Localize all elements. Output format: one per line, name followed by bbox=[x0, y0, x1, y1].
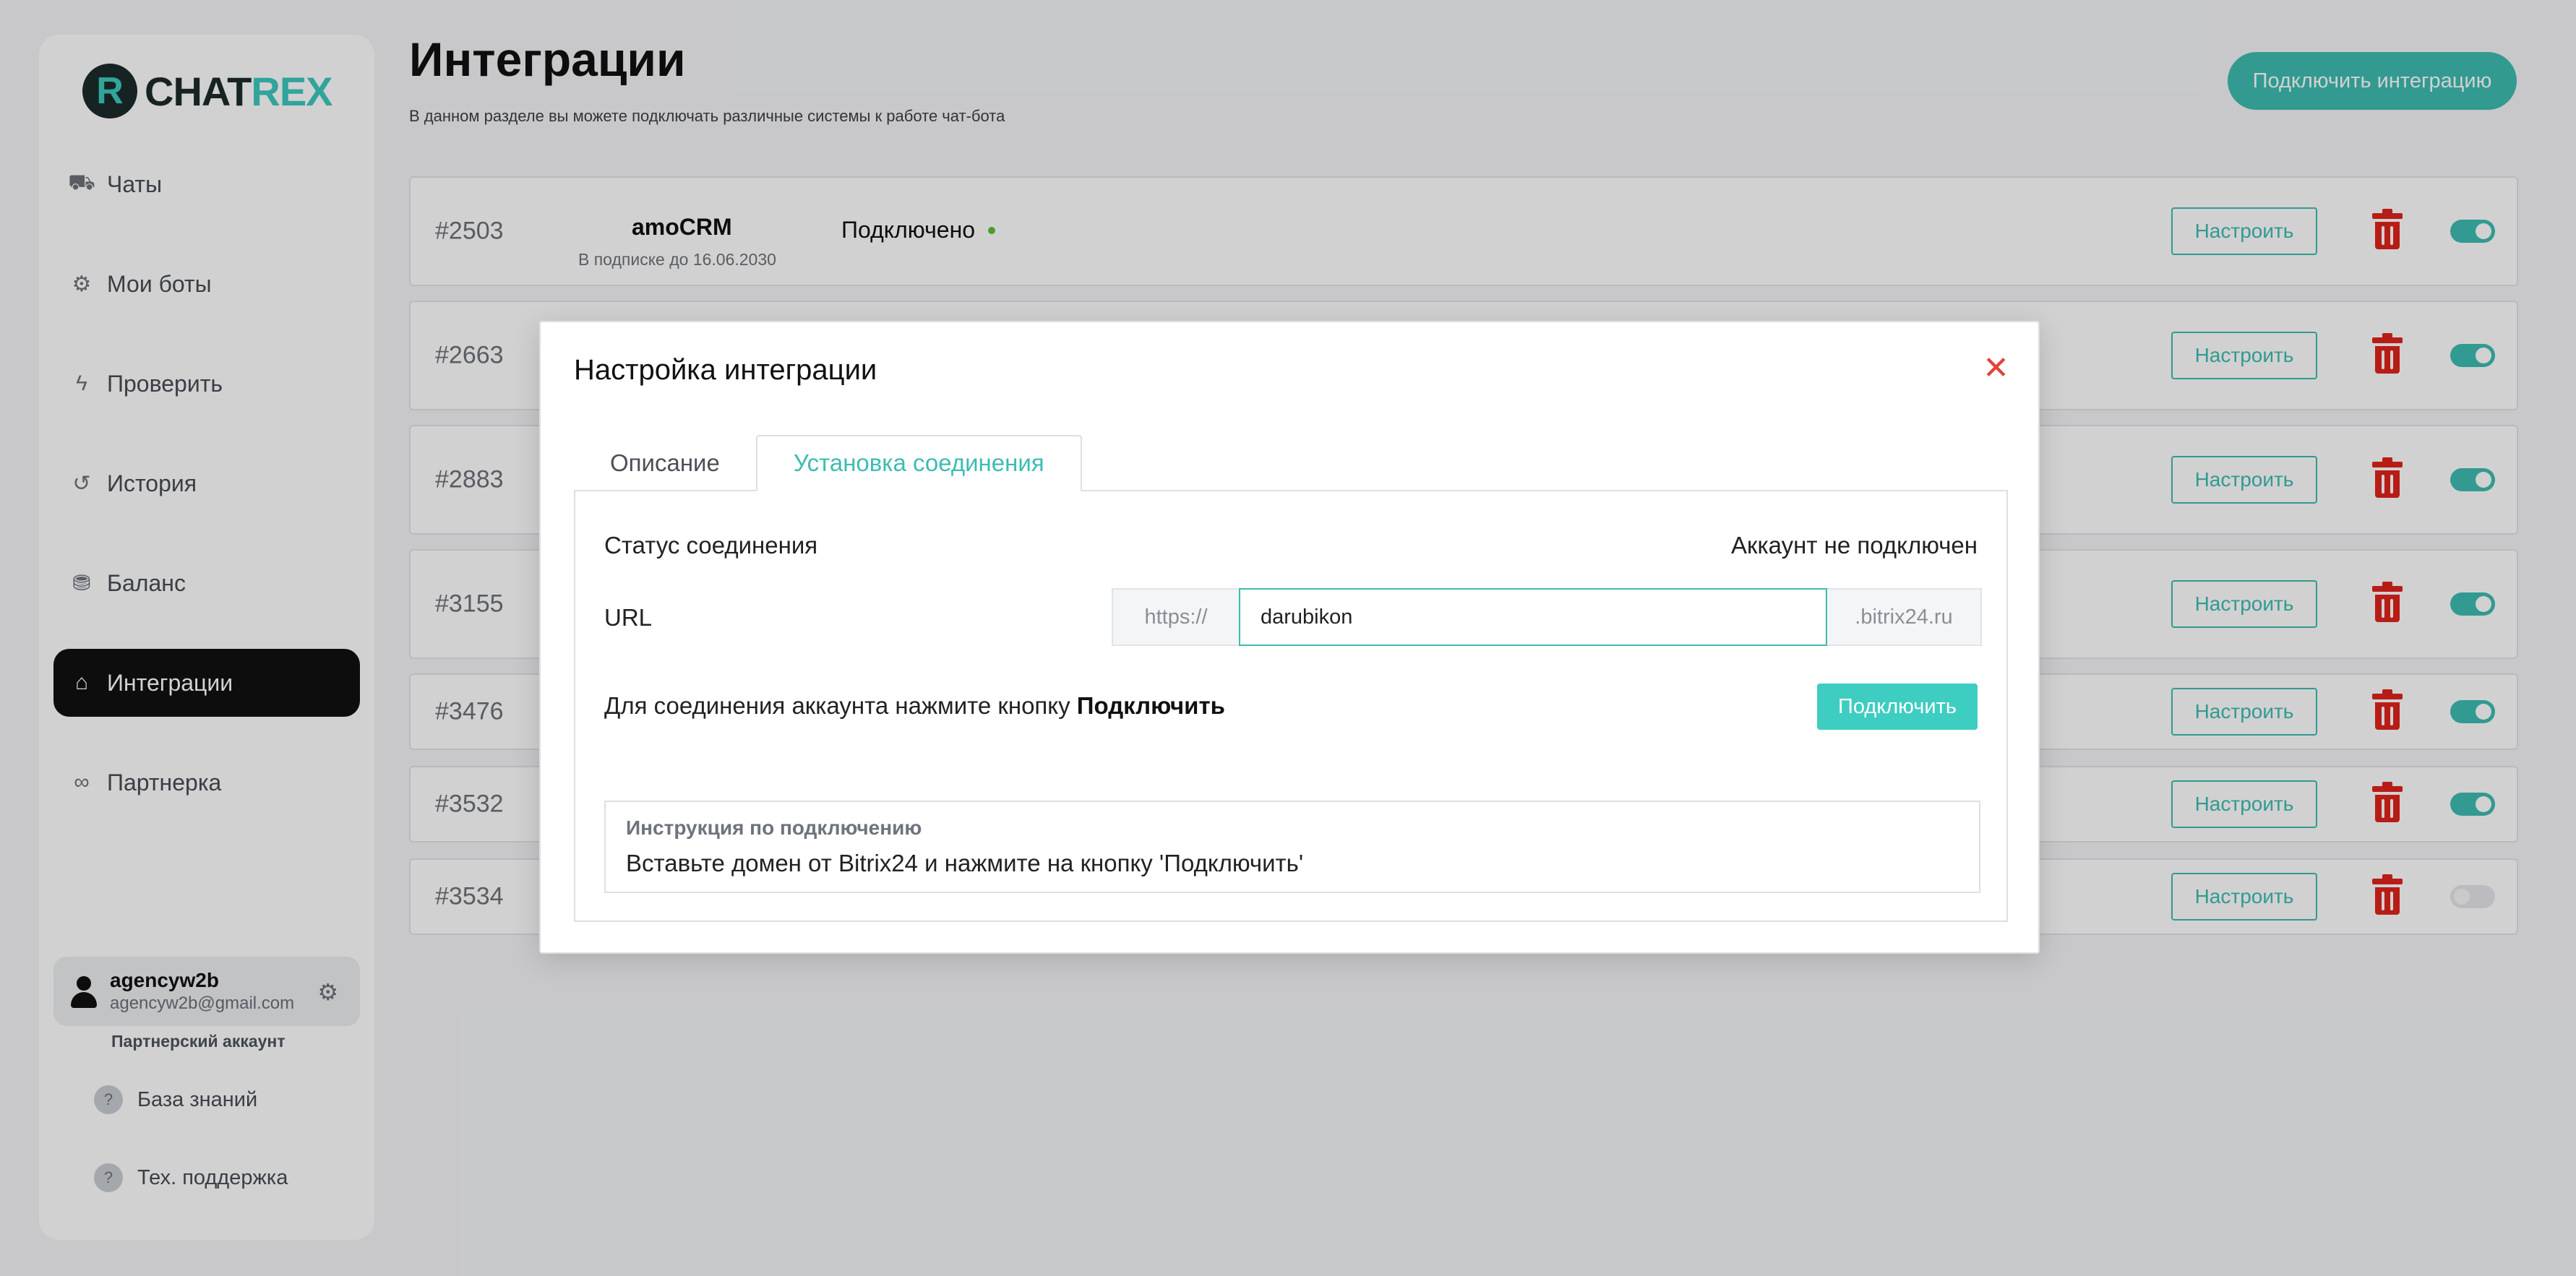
connection-setup-panel: Статус соединения Аккаунт не подключен U… bbox=[574, 490, 2008, 922]
tab-description[interactable]: Описание bbox=[574, 435, 756, 491]
modal-tabs: Описание Установка соединения bbox=[574, 435, 1082, 491]
url-label: URL bbox=[604, 604, 653, 631]
connection-status-label: Статус соединения bbox=[604, 532, 818, 559]
url-suffix: .bitrix24.ru bbox=[1827, 588, 1982, 646]
url-prefix: https:// bbox=[1112, 588, 1239, 646]
instruction-text: Вставьте домен от Bitrix24 и нажмите на … bbox=[626, 850, 1304, 876]
connection-status-value: Аккаунт не подключен bbox=[1731, 532, 1978, 559]
modal-title: Настройка интеграции bbox=[574, 354, 877, 386]
instruction-box: Инструкция по подключению Вставьте домен… bbox=[604, 801, 1980, 893]
url-input-group: https:// .bitrix24.ru bbox=[1112, 588, 1982, 646]
domain-input[interactable] bbox=[1239, 588, 1827, 646]
connect-hint: Для соединения аккаунта нажмите кнопку П… bbox=[604, 692, 1225, 719]
instruction-title: Инструкция по подключению bbox=[626, 816, 922, 839]
connect-button[interactable]: Подключить bbox=[1817, 684, 1978, 730]
integration-settings-modal: Настройка интеграции ✕ Описание Установк… bbox=[539, 321, 2040, 954]
close-icon[interactable]: ✕ bbox=[1983, 353, 2009, 384]
tab-connection-setup[interactable]: Установка соединения bbox=[755, 435, 1082, 491]
